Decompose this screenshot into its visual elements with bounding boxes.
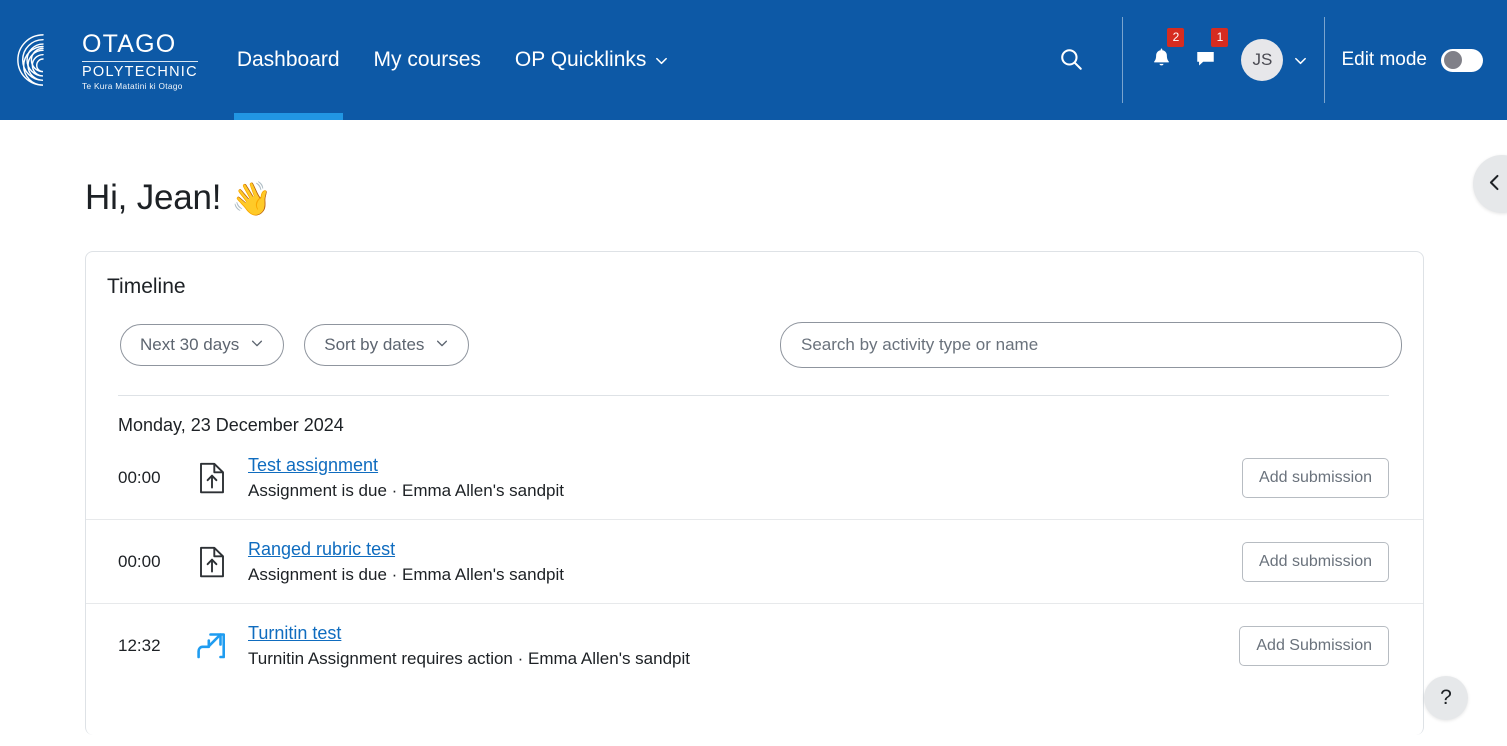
event-time: 00:00 <box>118 551 161 571</box>
table-row[interactable]: 00:00 Test assignment Assignment is due … <box>86 436 1423 520</box>
logo-divider-rule <box>82 60 198 62</box>
logo-line-polytechnic: POLYTECHNIC <box>82 63 198 80</box>
nav-link-dashboard[interactable]: Dashboard <box>220 0 357 120</box>
chevron-down-icon <box>1293 53 1308 68</box>
add-submission-button[interactable]: Add submission <box>1242 457 1389 498</box>
turnitin-icon <box>190 629 234 663</box>
event-details: Test assignment Assignment is due · Emma… <box>234 455 1242 501</box>
event-title-link[interactable]: Ranged rubric test <box>248 539 395 560</box>
timeline-filters: Next 30 days Sort by dates <box>86 299 1423 368</box>
site-header: OTAGO POLYTECHNIC Te Kura Matatini ki Ot… <box>0 0 1507 120</box>
edit-mode-control[interactable]: Edit mode <box>1341 48 1491 72</box>
add-submission-button[interactable]: Add submission <box>1242 541 1389 582</box>
search-button[interactable] <box>1048 37 1094 83</box>
header-right-tools: 2 1 JS Edit mode <box>1048 0 1491 120</box>
timeline-card: Timeline Next 30 days Sort by dates Sear… <box>85 251 1424 735</box>
chevron-down-icon <box>654 53 669 68</box>
greeting-text: Hi, Jean! <box>85 178 222 217</box>
edit-mode-toggle-knob <box>1444 51 1462 69</box>
sort-dropdown[interactable]: Sort by dates <box>304 324 470 366</box>
message-bubble-icon <box>1194 47 1217 73</box>
header-divider-left <box>1122 17 1124 103</box>
event-details: Ranged rubric test Assignment is due · E… <box>234 539 1242 585</box>
event-details: Turnitin test Turnitin Assignment requir… <box>234 623 1239 669</box>
sort-dropdown-label: Sort by dates <box>324 335 425 354</box>
timeline-card-title: Timeline <box>107 275 186 298</box>
timeline-date-heading: Monday, 23 December 2024 <box>118 415 344 435</box>
event-description: Turnitin Assignment requires action · Em… <box>248 649 690 668</box>
question-mark-icon: ? <box>1440 686 1452 709</box>
user-menu[interactable]: JS <box>1241 39 1308 81</box>
chevron-down-icon <box>250 335 264 355</box>
waving-hand-icon: 👋 <box>231 179 273 217</box>
nav-link-dashboard-label: Dashboard <box>236 48 340 71</box>
notifications-badge: 2 <box>1167 28 1185 47</box>
help-button[interactable]: ? <box>1424 676 1468 720</box>
messages-button[interactable]: 1 <box>1183 28 1229 83</box>
event-title-link[interactable]: Turnitin test <box>248 623 341 644</box>
primary-navigation: Dashboard My courses OP Quicklinks <box>220 0 687 120</box>
add-submission-button[interactable]: Add Submission <box>1239 626 1389 666</box>
event-description: Assignment is due · Emma Allen's sandpit <box>248 564 565 584</box>
bell-icon <box>1150 47 1173 73</box>
event-time: 12:32 <box>118 636 161 655</box>
chevron-left-icon <box>1485 173 1504 195</box>
event-time: 00:00 <box>118 467 161 487</box>
assignment-upload-icon <box>190 545 234 579</box>
page-content: Hi, Jean! 👋 Timeline Next 30 days Sort b… <box>0 120 1507 746</box>
event-description: Assignment is due · Emma Allen's sandpit <box>248 480 565 500</box>
header-divider-right <box>1324 17 1326 103</box>
nav-link-my-courses-label: My courses <box>373 48 481 71</box>
event-title-link[interactable]: Test assignment <box>248 455 378 476</box>
messages-badge: 1 <box>1211 28 1229 47</box>
date-range-dropdown-label: Next 30 days <box>140 335 240 354</box>
nav-link-op-quicklinks-label: OP Quicklinks <box>514 48 647 71</box>
page-title: Hi, Jean! 👋 <box>0 120 1507 218</box>
table-row[interactable]: 12:32 Turnitin test Turnitin Assignment … <box>86 604 1423 688</box>
site-logo[interactable]: OTAGO POLYTECHNIC Te Kura Matatini ki Ot… <box>14 29 198 92</box>
otago-koru-spiral-logo <box>14 31 72 89</box>
timeline-search-input[interactable] <box>780 322 1402 368</box>
notifications-button[interactable]: 2 <box>1139 28 1185 83</box>
edit-mode-label: Edit mode <box>1341 49 1427 70</box>
logo-wordmark: OTAGO POLYTECHNIC Te Kura Matatini ki Ot… <box>82 29 198 92</box>
table-row[interactable]: 00:00 Ranged rubric test Assignment is d… <box>86 520 1423 604</box>
nav-link-my-courses[interactable]: My courses <box>357 0 498 120</box>
logo-line-otago: OTAGO <box>82 29 177 58</box>
date-range-dropdown[interactable]: Next 30 days <box>120 324 285 366</box>
chevron-down-icon <box>435 335 449 355</box>
avatar: JS <box>1241 39 1284 81</box>
assignment-upload-icon <box>190 461 234 495</box>
edit-mode-toggle[interactable] <box>1441 48 1483 72</box>
nav-link-op-quicklinks[interactable]: OP Quicklinks <box>498 0 687 120</box>
search-icon <box>1058 46 1084 75</box>
logo-line-maori: Te Kura Matatini ki Otago <box>82 81 183 92</box>
